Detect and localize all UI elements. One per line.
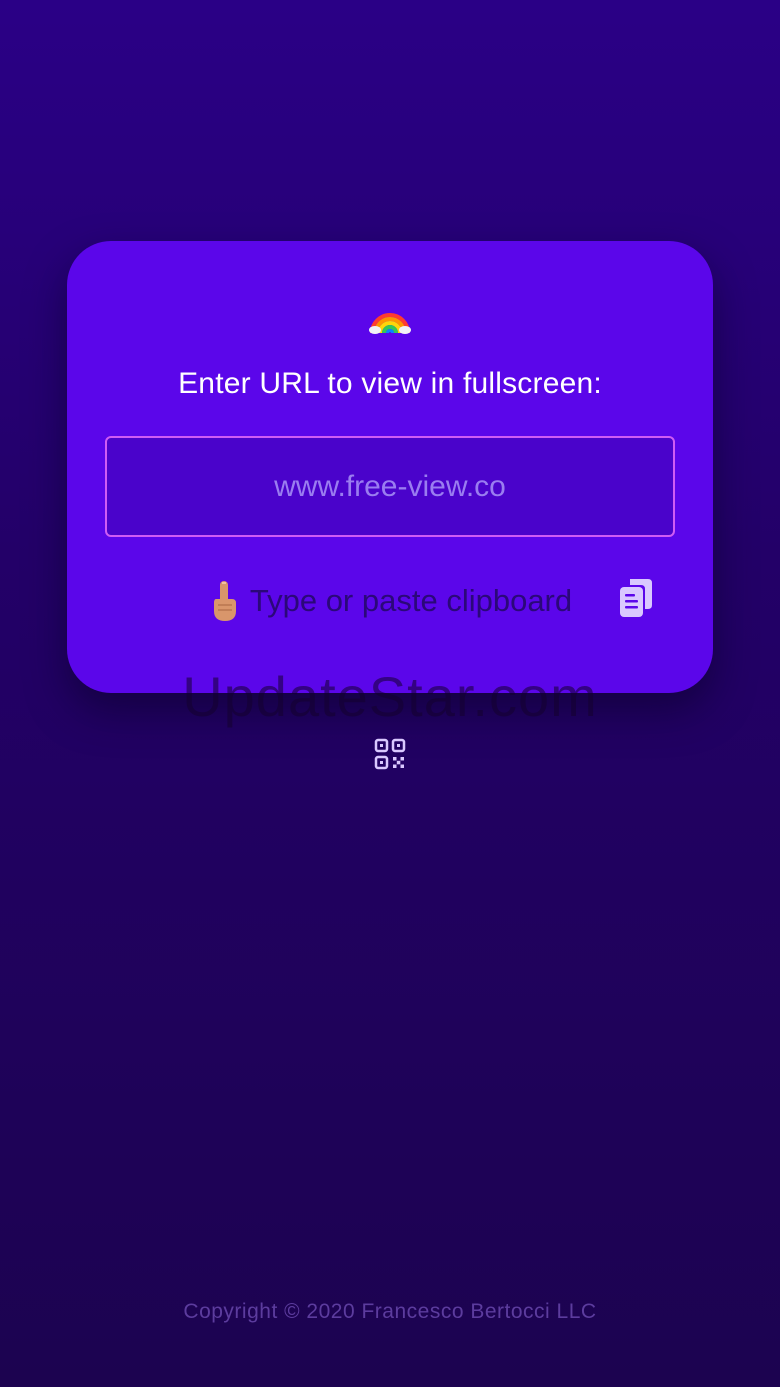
- rainbow-icon: [67, 297, 713, 335]
- copyright-text: Copyright © 2020 Francesco Bertocci LLC: [183, 1300, 597, 1323]
- paste-hint-label: Type or paste clipboard: [249, 583, 573, 618]
- url-input-box[interactable]: [105, 436, 675, 537]
- url-card: Enter URL to view in fullscreen: Type or…: [67, 241, 713, 693]
- clipboard-paste-icon[interactable]: [618, 577, 654, 619]
- url-input[interactable]: [107, 437, 673, 536]
- qr-code-icon[interactable]: [374, 738, 406, 770]
- url-prompt-title: Enter URL to view in fullscreen:: [178, 367, 602, 400]
- paste-hint: Type or paste clipboard: [67, 579, 713, 623]
- pointing-up-hand-icon: [208, 579, 242, 623]
